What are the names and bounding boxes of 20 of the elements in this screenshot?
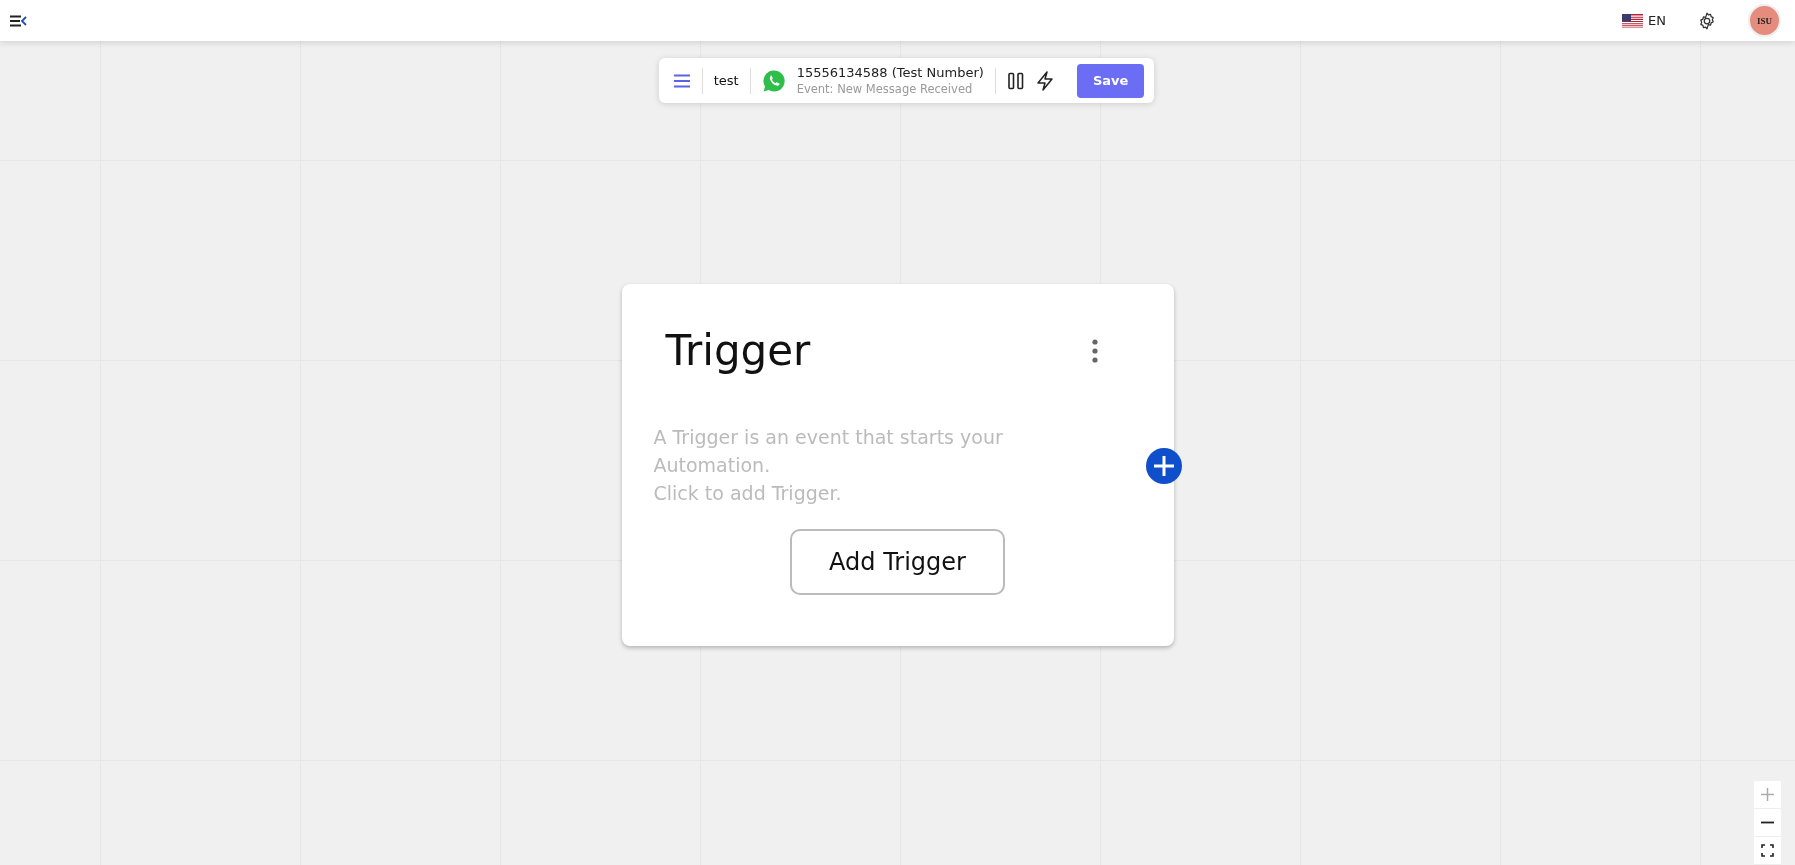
card-description: A Trigger is an event that starts your Automation.: [653, 425, 1004, 478]
trigger-card[interactable]: Trigger A Trigger is an event that starts your Automation. Click to add Trigger. Add Trigger: [621, 284, 1174, 646]
add-trigger-button[interactable]: Add Trigger: [790, 529, 1005, 595]
more-options-icon[interactable]: [1091, 338, 1098, 363]
whatsapp-icon: [761, 68, 786, 93]
event-label: Event: New Message Received: [796, 80, 974, 97]
user-avatar[interactable]: ISU: [1748, 4, 1781, 37]
card-title: Trigger: [665, 326, 811, 375]
collapse-menu-icon[interactable]: [9, 14, 27, 27]
add-node-icon[interactable]: [1145, 448, 1182, 484]
save-button[interactable]: Save: [1076, 63, 1145, 98]
menu-icon[interactable]: [672, 73, 691, 88]
language-selector[interactable]: EN: [1622, 13, 1666, 28]
settings-icon[interactable]: [1697, 10, 1717, 31]
phone-number: 15556134588 (Test Number): [796, 64, 984, 81]
card-description: Click to add Trigger.: [653, 481, 843, 506]
flow-name[interactable]: test: [713, 73, 739, 88]
lightning-icon[interactable]: [1035, 70, 1054, 91]
pause-icon[interactable]: [1006, 71, 1025, 90]
us-flag-icon: [1622, 13, 1644, 28]
